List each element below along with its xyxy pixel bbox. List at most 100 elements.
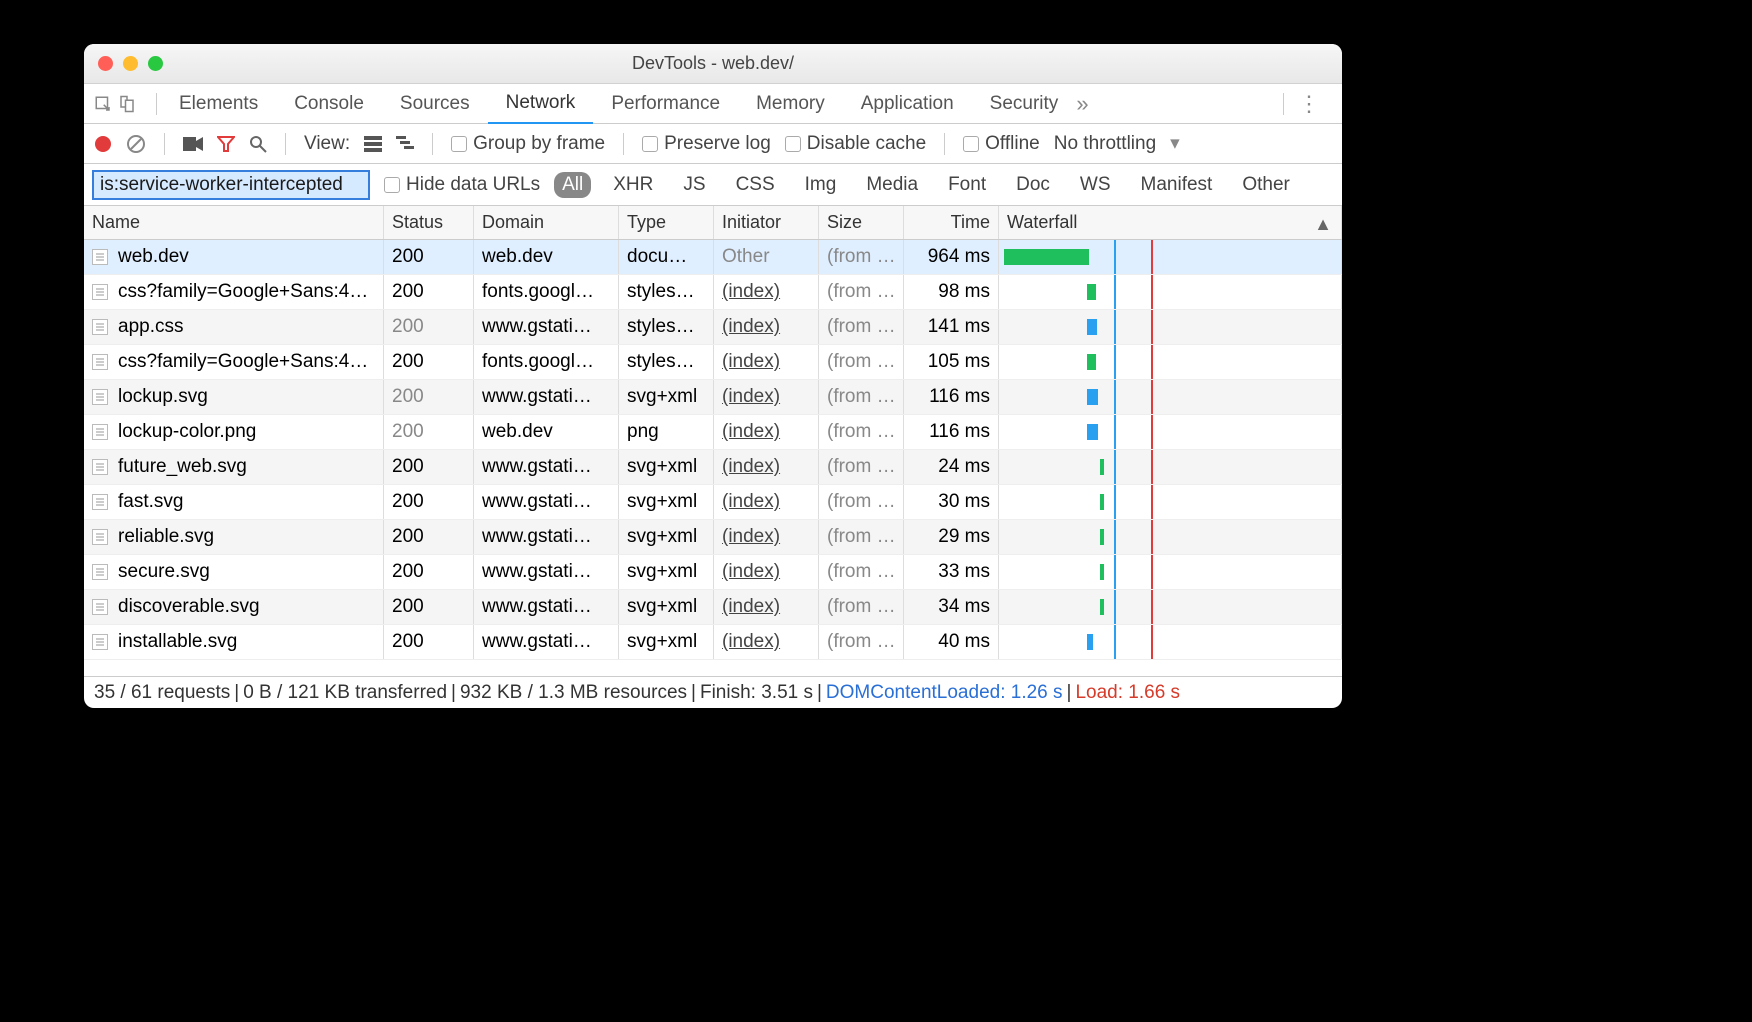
type-cell: svg+xml bbox=[619, 485, 714, 519]
separator bbox=[164, 133, 165, 155]
transferred-size: 0 B / 121 KB transferred bbox=[243, 682, 447, 704]
domain-cell: fonts.googl… bbox=[474, 275, 619, 309]
header-domain[interactable]: Domain bbox=[474, 206, 619, 239]
table-row[interactable]: css?family=Google+Sans:4…200fonts.googl…… bbox=[84, 275, 1342, 310]
domain-cell: www.gstati… bbox=[474, 520, 619, 554]
filter-type-other[interactable]: Other bbox=[1234, 172, 1298, 198]
table-row[interactable]: discoverable.svg200www.gstati…svg+xml(in… bbox=[84, 590, 1342, 625]
filter-type-ws[interactable]: WS bbox=[1072, 172, 1119, 198]
initiator-cell[interactable]: (index) bbox=[714, 345, 819, 379]
filter-input[interactable] bbox=[92, 170, 370, 200]
header-status[interactable]: Status bbox=[384, 206, 474, 239]
table-row[interactable]: fast.svg200www.gstati…svg+xml(index)(fro… bbox=[84, 485, 1342, 520]
time-cell: 30 ms bbox=[904, 485, 999, 519]
request-name: installable.svg bbox=[118, 631, 237, 653]
separator bbox=[1283, 93, 1284, 115]
initiator-cell[interactable]: (index) bbox=[714, 380, 819, 414]
filter-type-font[interactable]: Font bbox=[940, 172, 994, 198]
file-icon bbox=[92, 599, 108, 615]
maximize-button[interactable] bbox=[148, 56, 163, 71]
filter-type-xhr[interactable]: XHR bbox=[605, 172, 661, 198]
tab-performance[interactable]: Performance bbox=[593, 85, 738, 123]
domain-cell: www.gstati… bbox=[474, 310, 619, 344]
filter-type-img[interactable]: Img bbox=[797, 172, 845, 198]
titlebar: DevTools - web.dev/ bbox=[84, 44, 1342, 84]
separator bbox=[432, 133, 433, 155]
header-initiator[interactable]: Initiator bbox=[714, 206, 819, 239]
initiator-cell[interactable]: (index) bbox=[714, 555, 819, 589]
table-row[interactable]: web.dev200web.devdocu…Other(from …964 ms bbox=[84, 240, 1342, 275]
table-row[interactable]: app.css200www.gstati…styles…(index)(from… bbox=[84, 310, 1342, 345]
record-icon[interactable] bbox=[94, 135, 112, 153]
request-name: lockup-color.png bbox=[118, 421, 256, 443]
file-icon bbox=[92, 284, 108, 300]
disable-cache-checkbox[interactable] bbox=[785, 136, 801, 152]
camera-icon[interactable] bbox=[183, 137, 203, 151]
table-row[interactable]: installable.svg200www.gstati…svg+xml(ind… bbox=[84, 625, 1342, 660]
table-row[interactable]: lockup-color.png200web.devpng(index)(fro… bbox=[84, 415, 1342, 450]
waterfall-view-icon[interactable] bbox=[396, 136, 414, 152]
file-icon bbox=[92, 389, 108, 405]
initiator-cell[interactable]: (index) bbox=[714, 520, 819, 554]
disable-cache-label: Disable cache bbox=[807, 133, 926, 155]
time-cell: 964 ms bbox=[904, 240, 999, 274]
tab-sources[interactable]: Sources bbox=[382, 85, 488, 123]
initiator-cell[interactable]: (index) bbox=[714, 485, 819, 519]
traffic-lights bbox=[98, 56, 163, 71]
header-time[interactable]: Time bbox=[904, 206, 999, 239]
table-row[interactable]: reliable.svg200www.gstati…svg+xml(index)… bbox=[84, 520, 1342, 555]
filter-type-manifest[interactable]: Manifest bbox=[1133, 172, 1221, 198]
size-cell: (from … bbox=[819, 625, 904, 659]
file-icon bbox=[92, 249, 108, 265]
group-by-frame-checkbox[interactable] bbox=[451, 136, 467, 152]
initiator-cell[interactable]: (index) bbox=[714, 415, 819, 449]
dropdown-caret-icon[interactable]: ▾ bbox=[1170, 132, 1180, 155]
tab-security[interactable]: Security bbox=[972, 85, 1077, 123]
initiator-cell[interactable]: (index) bbox=[714, 275, 819, 309]
initiator-cell[interactable]: (index) bbox=[714, 590, 819, 624]
tab-console[interactable]: Console bbox=[276, 85, 382, 123]
filter-type-all[interactable]: All bbox=[554, 172, 591, 198]
initiator-cell[interactable]: (index) bbox=[714, 310, 819, 344]
initiator-cell[interactable]: (index) bbox=[714, 625, 819, 659]
request-name: fast.svg bbox=[118, 491, 183, 513]
hide-data-urls-checkbox[interactable] bbox=[384, 177, 400, 193]
initiator-cell[interactable]: (index) bbox=[714, 450, 819, 484]
request-rows: web.dev200web.devdocu…Other(from …964 ms… bbox=[84, 240, 1342, 676]
large-rows-icon[interactable] bbox=[364, 136, 382, 152]
more-tabs-chevron-icon[interactable]: » bbox=[1076, 91, 1088, 117]
inspect-icon[interactable] bbox=[94, 95, 112, 113]
throttling-select[interactable]: No throttling bbox=[1054, 133, 1156, 155]
table-row[interactable]: css?family=Google+Sans:4…200fonts.googl…… bbox=[84, 345, 1342, 380]
filter-type-doc[interactable]: Doc bbox=[1008, 172, 1058, 198]
table-row[interactable]: future_web.svg200www.gstati…svg+xml(inde… bbox=[84, 450, 1342, 485]
close-button[interactable] bbox=[98, 56, 113, 71]
status-cell: 200 bbox=[384, 415, 474, 449]
time-cell: 116 ms bbox=[904, 380, 999, 414]
clear-icon[interactable] bbox=[126, 134, 146, 154]
table-row[interactable]: lockup.svg200www.gstati…svg+xml(index)(f… bbox=[84, 380, 1342, 415]
device-icon[interactable] bbox=[118, 95, 136, 113]
filter-icon[interactable] bbox=[217, 135, 235, 153]
offline-checkbox[interactable] bbox=[963, 136, 979, 152]
filter-type-css[interactable]: CSS bbox=[728, 172, 783, 198]
header-name[interactable]: Name bbox=[84, 206, 384, 239]
tab-memory[interactable]: Memory bbox=[738, 85, 843, 123]
table-row[interactable]: secure.svg200www.gstati…svg+xml(index)(f… bbox=[84, 555, 1342, 590]
tab-network[interactable]: Network bbox=[488, 84, 594, 124]
tab-elements[interactable]: Elements bbox=[161, 85, 276, 123]
filter-type-js[interactable]: JS bbox=[675, 172, 713, 198]
header-waterfall[interactable]: Waterfall bbox=[999, 206, 1342, 239]
search-icon[interactable] bbox=[249, 135, 267, 153]
initiator-cell: Other bbox=[714, 240, 819, 274]
size-cell: (from … bbox=[819, 450, 904, 484]
size-cell: (from … bbox=[819, 310, 904, 344]
filter-type-media[interactable]: Media bbox=[858, 172, 926, 198]
header-size[interactable]: Size bbox=[819, 206, 904, 239]
header-type[interactable]: Type bbox=[619, 206, 714, 239]
tab-application[interactable]: Application bbox=[843, 85, 972, 123]
time-cell: 24 ms bbox=[904, 450, 999, 484]
kebab-menu-icon[interactable]: ⋮ bbox=[1288, 91, 1332, 117]
minimize-button[interactable] bbox=[123, 56, 138, 71]
preserve-log-checkbox[interactable] bbox=[642, 136, 658, 152]
